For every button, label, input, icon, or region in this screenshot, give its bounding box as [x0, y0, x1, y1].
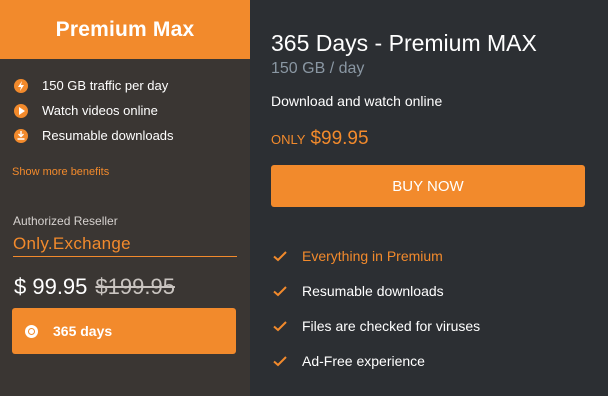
feature-label: Files are checked for viruses [302, 317, 481, 334]
pricing-card: Premium Max 150 GB traffic per day Watch… [0, 0, 608, 396]
check-icon [273, 250, 287, 261]
price-row: $ 99.95 $199.95 [14, 274, 250, 300]
plan-subtitle: 150 GB / day [271, 60, 365, 77]
reseller-label: Authorized Reseller [13, 214, 118, 228]
plan-detail-panel: 365 Days - Premium MAX 150 GB / day Down… [250, 0, 608, 396]
benefit-label: 150 GB traffic per day [42, 78, 169, 93]
play-icon [14, 103, 28, 118]
benefits-list: 150 GB traffic per day Watch videos onli… [0, 59, 250, 148]
plan-description: Download and watch online [271, 93, 443, 109]
price-old: $199.95 [95, 274, 175, 299]
only-label: ONLY [271, 132, 306, 147]
check-icon [273, 285, 287, 296]
feature-item: Ad-Free experience [272, 343, 480, 378]
plan-header-title: Premium Max [55, 17, 195, 41]
plan-title: 365 Days - Premium MAX [271, 30, 537, 56]
feature-label: Resumable downloads [302, 282, 444, 299]
radio-selected-icon [25, 324, 38, 338]
feature-item: Resumable downloads [272, 273, 480, 308]
only-price: ONLY $99.95 [271, 128, 369, 150]
benefit-item: 150 GB traffic per day [14, 73, 250, 98]
duration-option-365-days[interactable]: 365 days [12, 308, 236, 354]
feature-item: Files are checked for viruses [272, 308, 480, 343]
plan-summary-panel: Premium Max 150 GB traffic per day Watch… [0, 0, 250, 396]
lightning-icon [14, 78, 28, 93]
plan-header: Premium Max [0, 0, 250, 59]
feature-label: Everything in Premium [302, 247, 443, 264]
benefit-label: Watch videos online [42, 103, 158, 118]
download-icon [14, 128, 28, 143]
benefit-label: Resumable downloads [42, 128, 174, 143]
only-price-value: $99.95 [310, 128, 369, 149]
benefit-item: Watch videos online [14, 98, 250, 123]
duration-option-label: 365 days [53, 323, 113, 339]
show-more-benefits-link[interactable]: Show more benefits [12, 166, 250, 178]
reseller-name[interactable]: Only.Exchange [13, 234, 237, 257]
buy-now-button[interactable]: BUY NOW [271, 165, 585, 207]
feature-label: Ad-Free experience [302, 352, 425, 369]
benefit-item: Resumable downloads [14, 123, 250, 148]
check-icon [273, 355, 287, 366]
features-list: Everything in Premium Resumable download… [272, 238, 480, 378]
feature-item: Everything in Premium [272, 238, 480, 273]
check-icon [273, 320, 287, 331]
price-current: $ 99.95 [14, 274, 88, 299]
